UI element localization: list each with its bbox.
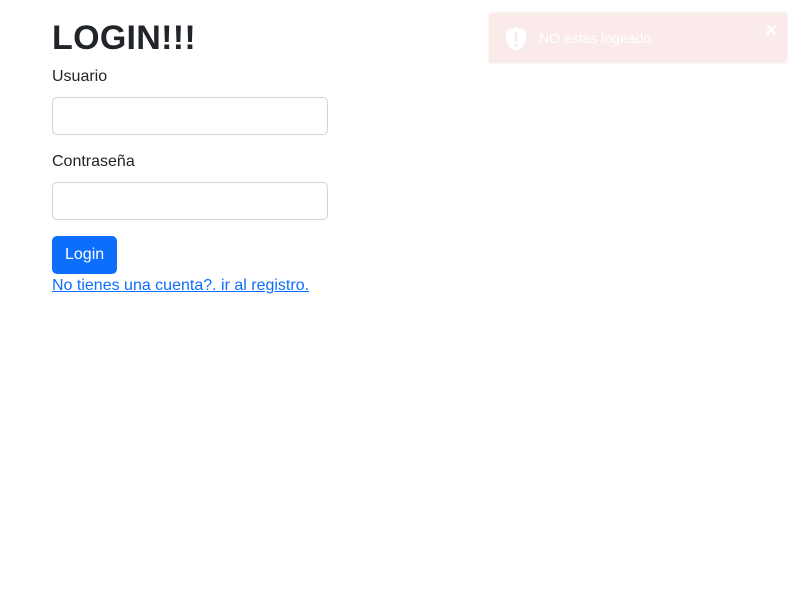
login-form: LOGIN!!! Usuario Contraseña Login No tie… — [52, 14, 328, 298]
username-label: Usuario — [52, 68, 108, 85]
page: LOGIN!!! Usuario Contraseña Login No tie… — [0, 0, 800, 600]
login-button[interactable]: Login — [52, 236, 118, 274]
page-title: LOGIN!!! — [52, 19, 197, 57]
toast-message: NO estas logeado. — [539, 30, 655, 46]
register-link[interactable]: No tienes una cuenta?. ir al registro. — [52, 274, 328, 298]
username-input[interactable] — [52, 97, 328, 135]
shield-exclamation-icon — [505, 26, 527, 52]
close-icon[interactable]: × — [765, 21, 777, 41]
password-label: Contraseña — [52, 153, 135, 170]
error-toast: NO estas logeado. × — [489, 13, 787, 63]
password-input[interactable] — [52, 182, 328, 220]
